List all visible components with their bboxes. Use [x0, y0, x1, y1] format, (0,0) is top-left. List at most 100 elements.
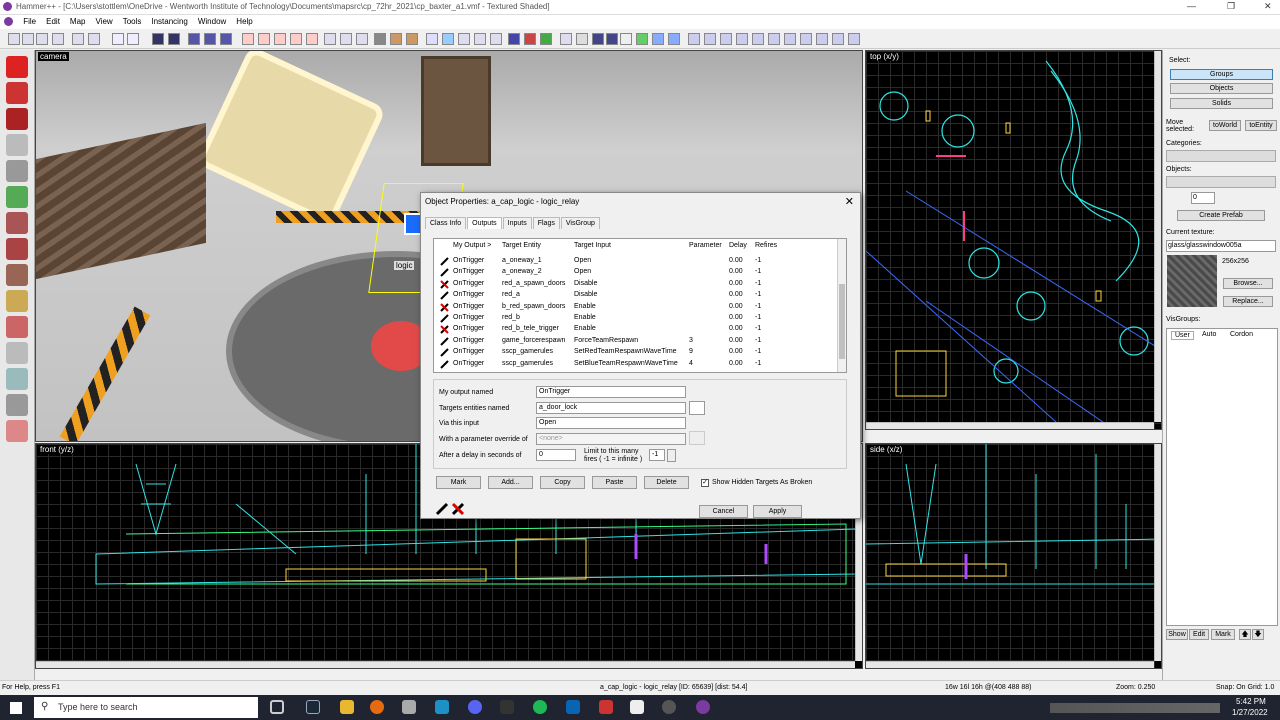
copy-button[interactable]: Copy: [540, 476, 585, 489]
ungroup-icon[interactable]: [204, 33, 216, 45]
windows-start-icon[interactable]: [10, 702, 22, 714]
vis-tab-cordon[interactable]: Cordon: [1227, 331, 1256, 338]
show-button[interactable]: Show: [1166, 629, 1188, 640]
top-h-scrollbar[interactable]: [866, 422, 1154, 429]
objects-button[interactable]: Objects: [1170, 83, 1273, 94]
menu-help[interactable]: Help: [231, 15, 257, 26]
categories-dropdown[interactable]: [1166, 150, 1276, 162]
top-v-scrollbar[interactable]: [1154, 51, 1161, 422]
paste-icon[interactable]: [356, 33, 368, 45]
app-icon-d[interactable]: [599, 700, 613, 714]
eyedropper-icon[interactable]: [689, 401, 705, 415]
outputs-scrollbar[interactable]: [837, 239, 846, 372]
entity-report-icon[interactable]: [524, 33, 536, 45]
transform-icon[interactable]: [458, 33, 470, 45]
top-viewport[interactable]: top (x/y): [865, 50, 1162, 430]
select-icon[interactable]: [426, 33, 438, 45]
tab-class-info[interactable]: Class Info: [425, 217, 467, 229]
add-button[interactable]: Add...: [488, 476, 533, 489]
limit-field[interactable]: -1: [649, 449, 665, 461]
menu-instancing[interactable]: Instancing: [146, 15, 192, 26]
app-icon-b[interactable]: [435, 700, 449, 714]
tool-icon-a[interactable]: [688, 33, 700, 45]
objects-dropdown[interactable]: [1166, 176, 1276, 188]
side-h-scrollbar[interactable]: [866, 661, 1154, 668]
lighting-preview-icon[interactable]: [668, 33, 680, 45]
align-icon[interactable]: [490, 33, 502, 45]
side-v-scrollbar[interactable]: [1154, 444, 1161, 661]
col-target-entity[interactable]: Target Entity: [502, 242, 541, 249]
tool-icon-k[interactable]: [848, 33, 860, 45]
redo-icon[interactable]: [127, 33, 139, 45]
delay-field[interactable]: 0: [536, 449, 576, 461]
tool-icon-d[interactable]: [736, 33, 748, 45]
tab-visgroup[interactable]: VisGroup: [560, 217, 600, 229]
table-row[interactable]: OnTrigger red_a Disable 0.00 -1: [434, 290, 836, 301]
grid-smaller-icon[interactable]: [22, 33, 34, 45]
tool-icon-j[interactable]: [832, 33, 844, 45]
mark-button[interactable]: Mark: [1211, 629, 1235, 640]
mark-button[interactable]: Mark: [436, 476, 481, 489]
texture-dropdown[interactable]: glass/glasswindow005a: [1166, 240, 1276, 252]
to-world-button[interactable]: toWorld: [1209, 120, 1241, 131]
vis-tab-auto[interactable]: Auto: [1199, 331, 1219, 338]
close-icon[interactable]: ✕: [1264, 1, 1272, 12]
center-on-icon[interactable]: [560, 33, 572, 45]
menu-map[interactable]: Map: [65, 15, 91, 26]
overlay-tool-icon[interactable]: [6, 264, 28, 286]
vis-tab-user[interactable]: User: [1171, 331, 1194, 340]
compile-icon[interactable]: [592, 33, 604, 45]
apply-button[interactable]: Apply: [753, 505, 802, 518]
replace-button[interactable]: Replace...: [1223, 296, 1273, 307]
cm-icon[interactable]: [620, 33, 632, 45]
delete-button[interactable]: Delete: [644, 476, 689, 489]
model-browser-icon[interactable]: [606, 33, 618, 45]
sculpt-tool-icon[interactable]: [6, 420, 28, 442]
edit-button[interactable]: Edit: [1189, 629, 1209, 640]
col-delay[interactable]: Delay: [729, 242, 747, 249]
app-icon-e[interactable]: [630, 700, 644, 714]
spotify-icon[interactable]: [533, 700, 547, 714]
app-icon-f[interactable]: [662, 700, 676, 714]
group-icon[interactable]: [188, 33, 200, 45]
discord-icon[interactable]: [468, 700, 482, 714]
cut-icon[interactable]: [324, 33, 336, 45]
menu-tools[interactable]: Tools: [118, 15, 147, 26]
tab-outputs[interactable]: Outputs: [467, 217, 502, 229]
table-row[interactable]: OnTrigger a_oneway_1 Open 0.00 -1: [434, 256, 836, 267]
table-row[interactable]: OnTrigger b_red_spawn_doors Enable 0.00 -1: [434, 302, 836, 313]
texture-apply-icon[interactable]: [406, 33, 418, 45]
hammer-taskbar-icon[interactable]: [696, 700, 710, 714]
undo-icon[interactable]: [112, 33, 124, 45]
menu-view[interactable]: View: [90, 15, 117, 26]
firefox-icon[interactable]: [370, 700, 384, 714]
paste-button[interactable]: Paste: [592, 476, 637, 489]
tie-icon[interactable]: [220, 33, 232, 45]
vertex-tool-icon[interactable]: [6, 316, 28, 338]
visgroups-list[interactable]: [1166, 328, 1278, 626]
select-group-icon[interactable]: [442, 33, 454, 45]
solids-button[interactable]: Solids: [1170, 98, 1273, 109]
decal-tool-icon[interactable]: [6, 238, 28, 260]
side-viewport[interactable]: side (x/z): [865, 443, 1162, 669]
carve-icon[interactable]: [152, 33, 164, 45]
block-tool-icon[interactable]: [6, 160, 28, 182]
cordon-edit-icon[interactable]: [290, 33, 302, 45]
run-map-icon[interactable]: [576, 33, 588, 45]
table-row[interactable]: OnTrigger a_oneway_2 Open 0.00 -1: [434, 267, 836, 278]
tab-flags[interactable]: Flags: [532, 217, 560, 229]
unhide-icon[interactable]: [258, 33, 270, 45]
copy-icon[interactable]: [340, 33, 352, 45]
to-entity-button[interactable]: toEntity: [1245, 120, 1277, 131]
menu-window[interactable]: Window: [193, 15, 231, 26]
taskbar-search[interactable]: ⚲ Type here to search: [34, 697, 258, 718]
menu-file[interactable]: File: [18, 15, 41, 26]
tool-icon-c[interactable]: [720, 33, 732, 45]
table-row[interactable]: OnTrigger red_b_tele_trigger Enable 0.00 -1: [434, 324, 836, 335]
apply-texture-icon[interactable]: [6, 212, 28, 234]
entity-tool-icon[interactable]: [6, 134, 28, 156]
grid-dots-icon[interactable]: [72, 33, 84, 45]
file-explorer-icon[interactable]: [340, 700, 354, 714]
app-icon-a[interactable]: [402, 700, 416, 714]
sphere-tool-icon[interactable]: [6, 368, 28, 390]
